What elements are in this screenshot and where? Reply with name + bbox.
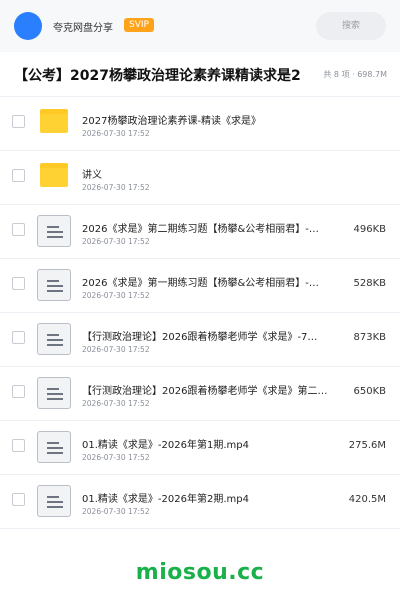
file-date: 2026-07-30 17:52 bbox=[82, 345, 150, 354]
file-row[interactable]: 2027杨攀政治理论素养课-精读《求是》 2026-07-30 17:52 bbox=[0, 97, 400, 151]
file-date: 2026-07-30 17:52 bbox=[82, 291, 150, 300]
file-size: 420.5M bbox=[348, 494, 386, 505]
file-row[interactable]: 2026《求是》第二期练习题【杨攀&公考相丽君】-… 2026-07-30 17:… bbox=[0, 205, 400, 259]
file-name[interactable]: 01.精读《求是》-2026年第1期.mp4 bbox=[82, 436, 340, 451]
search-input[interactable]: 搜索 bbox=[316, 12, 386, 40]
file-size: 496KB bbox=[353, 224, 386, 235]
file-date: 2026-07-30 17:52 bbox=[82, 399, 150, 408]
select-checkbox[interactable] bbox=[12, 169, 25, 182]
file-size: 650KB bbox=[353, 386, 386, 397]
select-checkbox[interactable] bbox=[12, 385, 25, 398]
file-size: 528KB bbox=[353, 278, 386, 289]
document-icon bbox=[37, 485, 71, 517]
select-checkbox[interactable] bbox=[12, 493, 25, 506]
file-row[interactable]: 【行测政治理论】2026跟着杨攀老师学《求是》-7… 2026-07-30 17:… bbox=[0, 313, 400, 367]
file-name[interactable]: 2026《求是》第二期练习题【杨攀&公考相丽君】-… bbox=[82, 220, 340, 235]
file-date: 2026-07-30 17:52 bbox=[82, 453, 150, 462]
file-date: 2026-07-30 17:52 bbox=[82, 183, 150, 192]
file-name[interactable]: 【行测政治理论】2026跟着杨攀老师学《求是》第二… bbox=[82, 382, 340, 397]
select-checkbox[interactable] bbox=[12, 115, 25, 128]
file-list: 2027杨攀政治理论素养课-精读《求是》 2026-07-30 17:52 讲义 20… bbox=[0, 97, 400, 529]
top-bar: 夸克网盘分享 SVIP 搜索 bbox=[0, 0, 400, 52]
file-date: 2026-07-30 17:52 bbox=[82, 237, 150, 246]
app-name: 夸克网盘分享 bbox=[53, 23, 113, 34]
file-date: 2026-07-30 17:52 bbox=[82, 507, 150, 516]
document-icon bbox=[37, 377, 71, 409]
file-row[interactable]: 01.精读《求是》-2026年第2期.mp4 2026-07-30 17:52 42… bbox=[0, 475, 400, 529]
select-checkbox[interactable] bbox=[12, 331, 25, 344]
file-size: 873KB bbox=[353, 332, 386, 343]
file-name[interactable]: 01.精读《求是》-2026年第2期.mp4 bbox=[82, 490, 340, 505]
folder-icon bbox=[40, 163, 68, 187]
select-checkbox[interactable] bbox=[12, 223, 25, 236]
share-header: 【公考】2027杨攀政治理论素养课精读求是2 共 8 项 · 698.7M bbox=[0, 60, 400, 90]
select-checkbox[interactable] bbox=[12, 439, 25, 452]
page-title: 【公考】2027杨攀政治理论素养课精读求是2 bbox=[14, 68, 301, 84]
folder-icon bbox=[40, 109, 68, 133]
file-row[interactable]: 01.精读《求是》-2026年第1期.mp4 2026-07-30 17:52 27… bbox=[0, 421, 400, 475]
file-date: 2026-07-30 17:52 bbox=[82, 129, 150, 138]
svip-badge: SVIP bbox=[124, 18, 154, 32]
document-icon bbox=[37, 269, 71, 301]
file-row[interactable]: 2026《求是》第一期练习题【杨攀&公考相丽君】-… 2026-07-30 17:… bbox=[0, 259, 400, 313]
file-name[interactable]: 讲义 bbox=[82, 166, 382, 181]
file-name[interactable]: 2027杨攀政治理论素养课-精读《求是》 bbox=[82, 112, 382, 127]
item-summary: 共 8 项 · 698.7M bbox=[323, 70, 387, 79]
avatar[interactable] bbox=[14, 12, 42, 40]
document-icon bbox=[37, 431, 71, 463]
file-size: 275.6M bbox=[348, 440, 386, 451]
document-icon bbox=[37, 323, 71, 355]
file-row[interactable]: 讲义 2026-07-30 17:52 bbox=[0, 151, 400, 205]
file-row[interactable]: 【行测政治理论】2026跟着杨攀老师学《求是》第二… 2026-07-30 17:… bbox=[0, 367, 400, 421]
file-name[interactable]: 2026《求是》第一期练习题【杨攀&公考相丽君】-… bbox=[82, 274, 340, 289]
document-icon bbox=[37, 215, 71, 247]
file-name[interactable]: 【行测政治理论】2026跟着杨攀老师学《求是》-7… bbox=[82, 328, 340, 343]
watermark: miosou.cc bbox=[135, 560, 265, 585]
select-checkbox[interactable] bbox=[12, 277, 25, 290]
